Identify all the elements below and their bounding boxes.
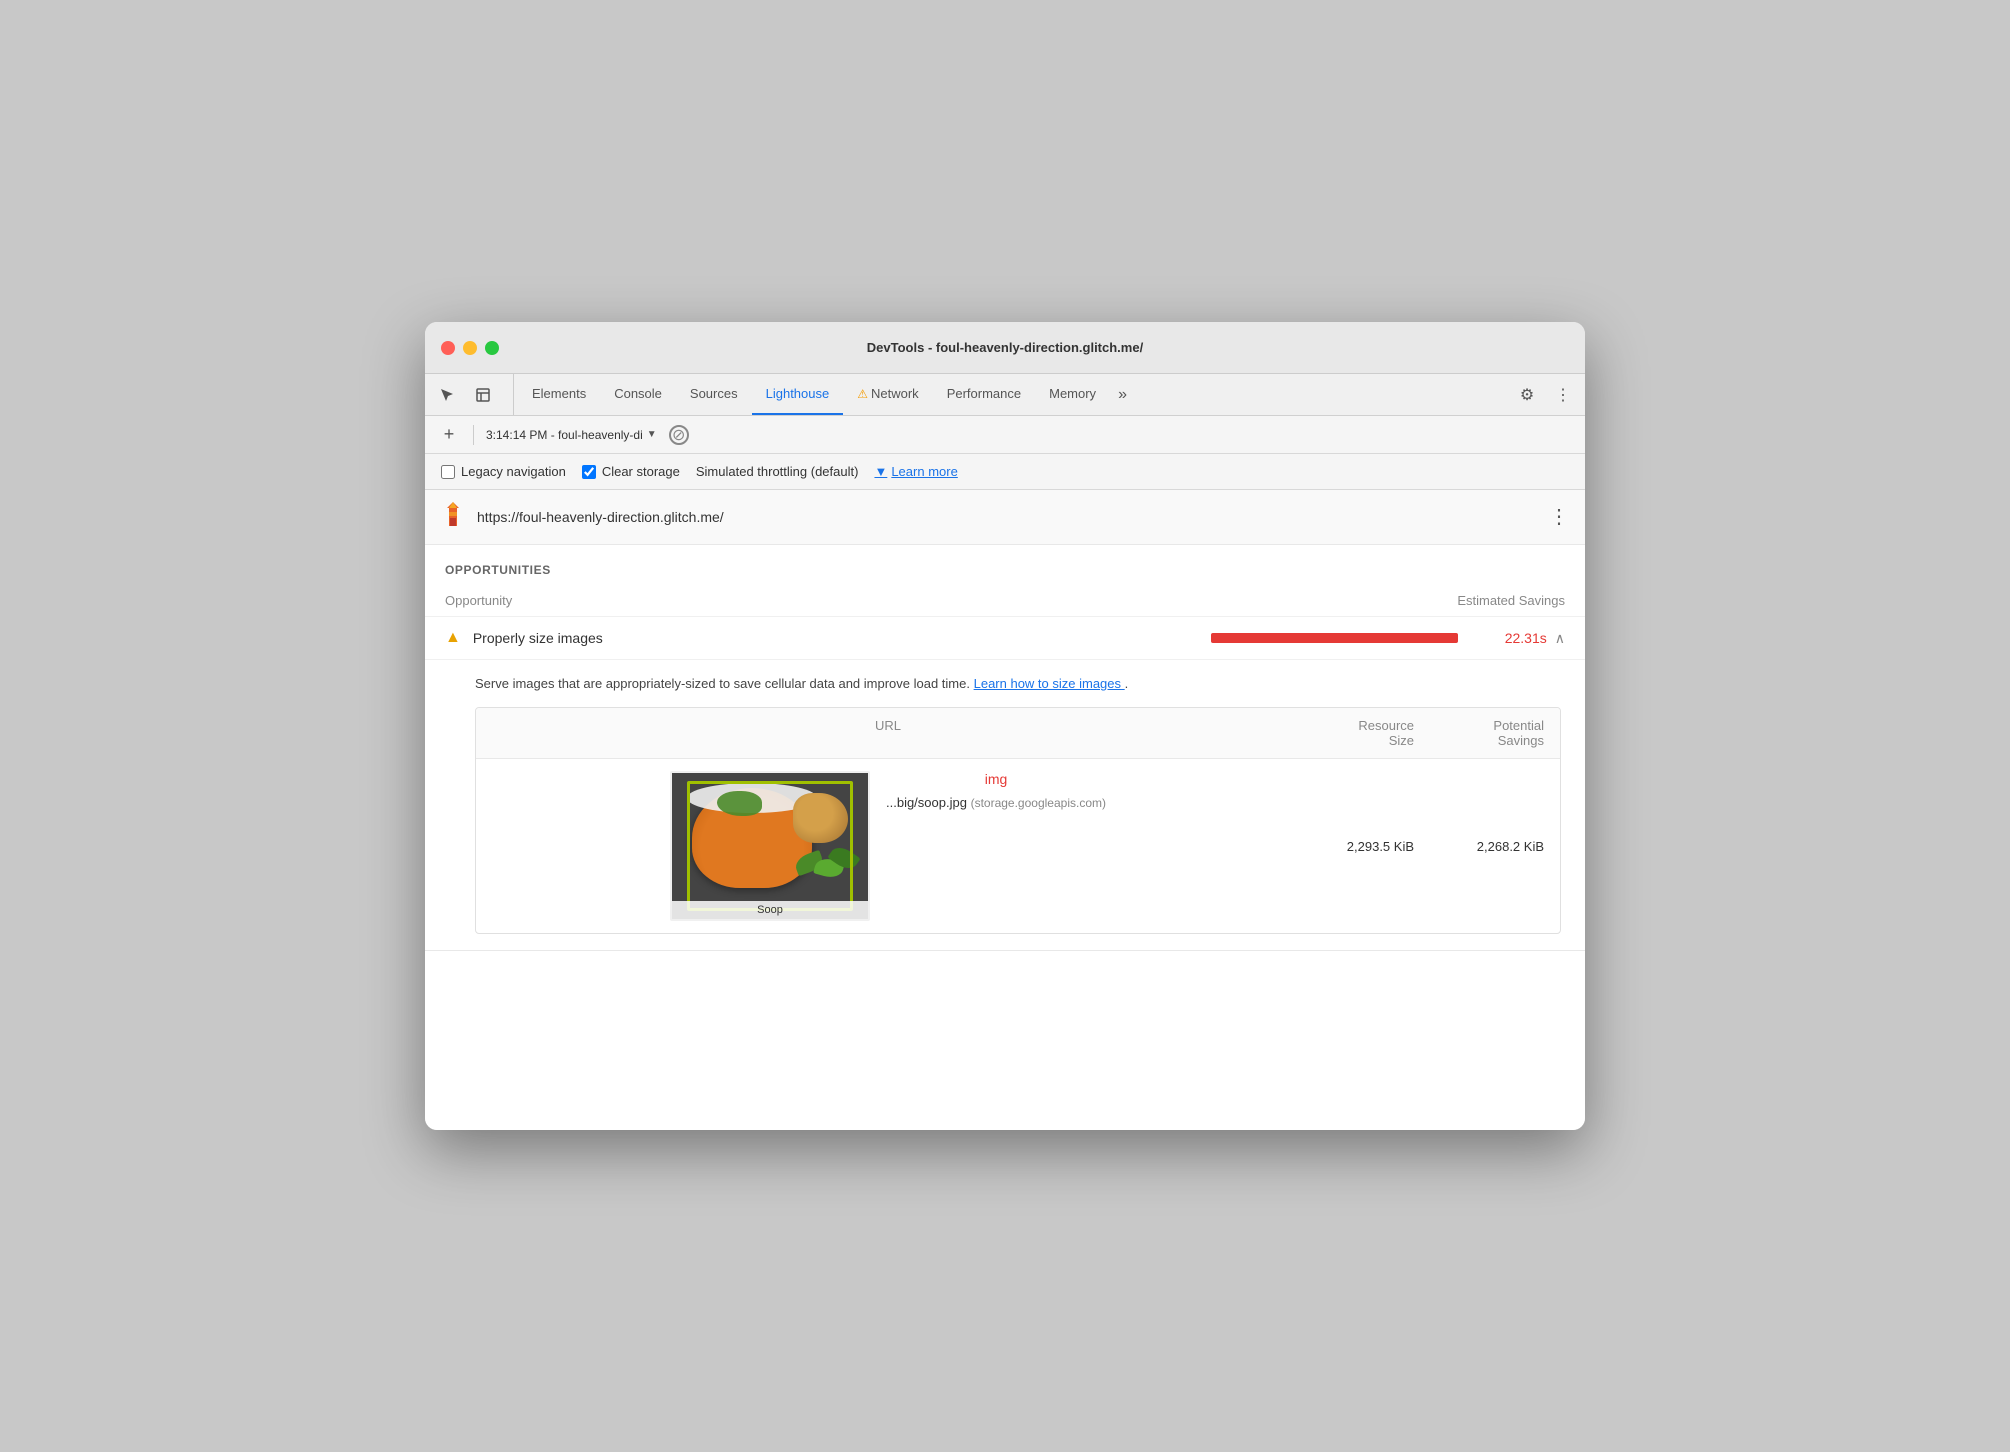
detail-description: Serve images that are appropriately-size… <box>475 676 1561 691</box>
site-row: https://foul-heavenly-direction.glitch.m… <box>425 490 1585 545</box>
tab-lighthouse[interactable]: Lighthouse <box>752 374 844 415</box>
toolbar-divider <box>473 425 474 445</box>
add-session-button[interactable]: + <box>437 423 461 447</box>
resource-url-text: ...big/soop.jpg <box>886 795 967 810</box>
traffic-lights <box>425 341 499 355</box>
learn-more-link[interactable]: ▼ Learn more <box>874 464 957 479</box>
secondary-toolbar: + 3:14:14 PM - foul-heavenly-di ▼ ⊘ <box>425 416 1585 454</box>
learn-how-link[interactable]: Learn how to size images <box>974 676 1125 691</box>
opportunity-detail: Serve images that are appropriately-size… <box>425 659 1585 950</box>
soup-label: Soop <box>672 901 868 919</box>
settings-icon[interactable]: ⚙ <box>1513 381 1541 409</box>
clear-storage-checkbox[interactable] <box>582 465 596 479</box>
site-url: https://foul-heavenly-direction.glitch.m… <box>477 509 1549 525</box>
maximize-button[interactable] <box>485 341 499 355</box>
session-label[interactable]: 3:14:14 PM - foul-heavenly-di ▼ <box>486 428 657 442</box>
window-title: DevTools - foul-heavenly-direction.glitc… <box>867 340 1143 355</box>
image-thumbnail: Soop <box>670 771 870 921</box>
img-tag: img <box>886 771 1106 787</box>
legacy-navigation-checkbox[interactable] <box>441 465 455 479</box>
chevron-up-icon[interactable]: ∧ <box>1555 630 1565 647</box>
tab-sources[interactable]: Sources <box>676 374 752 415</box>
thumbnail-container: Soop img ...big/soop.jpg (storage.google… <box>670 771 1106 921</box>
col-potential-savings-header: PotentialSavings <box>1414 718 1544 748</box>
options-bar: Legacy navigation Clear storage Simulate… <box>425 454 1585 490</box>
site-more-icon[interactable]: ⋮ <box>1549 507 1569 527</box>
devtools-tabs: Elements Console Sources Lighthouse ⚠ Ne… <box>425 374 1585 416</box>
resource-url-detail: ...big/soop.jpg (storage.googleapis.com) <box>886 795 1106 810</box>
potential-savings-cell: 2,268.2 KiB <box>1430 827 1560 866</box>
highlight-box <box>687 781 853 911</box>
main-content: https://foul-heavenly-direction.glitch.m… <box>425 490 1585 1130</box>
devtools-window: DevTools - foul-heavenly-direction.glitc… <box>425 322 1585 1130</box>
title-bar: DevTools - foul-heavenly-direction.glitc… <box>425 322 1585 374</box>
minimize-button[interactable] <box>463 341 477 355</box>
opportunity-row: ▲ Properly size images 22.31s ∧ Serve im… <box>425 617 1585 951</box>
tab-console[interactable]: Console <box>600 374 676 415</box>
tab-actions: ⚙ ⋮ <box>1513 374 1577 415</box>
clear-storage-label[interactable]: Clear storage <box>582 464 680 479</box>
close-button[interactable] <box>441 341 455 355</box>
more-options-icon[interactable]: ⋮ <box>1549 381 1577 409</box>
throttling-label: Simulated throttling (default) <box>696 464 859 479</box>
tab-network[interactable]: ⚠ Network <box>843 374 932 415</box>
resource-size-cell: 2,293.5 KiB <box>1300 827 1430 866</box>
url-cell: Soop img ...big/soop.jpg (storage.google… <box>476 759 1300 933</box>
savings-bar-container <box>1211 633 1471 643</box>
resource-table-header: URL ResourceSize PotentialSavings <box>476 708 1560 758</box>
more-tabs-button[interactable]: » <box>1110 374 1135 415</box>
resource-table-row: Soop img ...big/soop.jpg (storage.google… <box>476 758 1560 933</box>
inspect-icon[interactable] <box>469 381 497 409</box>
warning-triangle-icon: ▲ <box>445 629 461 647</box>
dropdown-arrow-icon: ▼ <box>647 429 657 440</box>
savings-bar <box>1211 633 1458 643</box>
resource-table: URL ResourceSize PotentialSavings <box>475 707 1561 934</box>
opportunity-summary[interactable]: ▲ Properly size images 22.31s ∧ <box>425 617 1585 659</box>
no-entry-icon[interactable]: ⊘ <box>669 425 689 445</box>
opportunities-header: OPPORTUNITIES <box>425 545 1585 585</box>
tab-elements[interactable]: Elements <box>518 374 600 415</box>
table-header: Opportunity Estimated Savings <box>425 585 1585 617</box>
tab-performance[interactable]: Performance <box>933 374 1035 415</box>
savings-value: 22.31s <box>1487 630 1547 646</box>
legacy-navigation-label[interactable]: Legacy navigation <box>441 464 566 479</box>
opportunity-title: Properly size images <box>473 630 1211 646</box>
url-info: img ...big/soop.jpg (storage.googleapis.… <box>886 771 1106 810</box>
warning-icon: ⚠ <box>857 387 868 401</box>
tab-icons <box>433 374 514 415</box>
col-resource-size-header: ResourceSize <box>1284 718 1414 748</box>
dropdown-small-icon: ▼ <box>874 464 887 479</box>
lighthouse-icon <box>441 500 465 534</box>
tab-memory[interactable]: Memory <box>1035 374 1110 415</box>
col-opportunity: Opportunity <box>445 593 512 608</box>
col-estimated-savings: Estimated Savings <box>1457 593 1565 608</box>
cursor-icon[interactable] <box>433 381 461 409</box>
col-url-header: URL <box>492 718 1284 748</box>
resource-source: (storage.googleapis.com) <box>971 796 1106 810</box>
